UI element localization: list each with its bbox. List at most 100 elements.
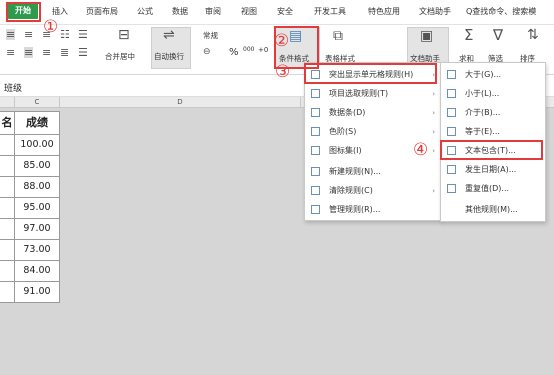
menu-tabs: 开始 插入 页面布局 公式 数据 审阅 视图 安全 开发工具 特色应用 文档助手…	[0, 0, 554, 25]
filter-icon: ∇	[493, 26, 504, 44]
equal-to-icon	[447, 127, 456, 136]
doc-helper-icon: ▣	[420, 28, 434, 44]
table-row-left-cell[interactable]	[0, 281, 15, 303]
menu-item-label: 色阶(S)	[329, 127, 357, 136]
menu-item-top-bottom-rules[interactable]: 项目选取规则(T) ›	[305, 85, 441, 103]
tab-page-layout[interactable]: 页面布局	[86, 6, 118, 17]
table-cell-score[interactable]: 100.00	[14, 134, 60, 156]
menu-item-label: 图标集(I)	[329, 146, 362, 155]
greater-than-icon	[447, 70, 456, 79]
align-top-icon[interactable]: ≡	[6, 29, 16, 40]
submenu-item-equal-to[interactable]: 等于(E)...	[441, 123, 545, 141]
thousands-button[interactable]: 000	[243, 46, 254, 53]
wrap-text-label: 自动换行	[154, 52, 184, 61]
submenu-item-label: 重复值(D)...	[465, 184, 510, 193]
menu-item-label: 管理规则(R)...	[329, 205, 381, 214]
menu-item-data-bars[interactable]: 数据条(D) ›	[305, 104, 441, 122]
menu-item-label: 数据条(D)	[329, 108, 366, 117]
table-row-left-cell[interactable]	[0, 218, 15, 240]
table-row-left-cell[interactable]	[0, 176, 15, 198]
tab-review[interactable]: 审阅	[205, 6, 221, 17]
table-cell-score[interactable]: 91.00	[14, 281, 60, 303]
decimal-button[interactable]: +0	[258, 46, 268, 54]
sum-icon: Σ	[464, 26, 474, 44]
table-cell-score[interactable]: 85.00	[14, 155, 60, 177]
submenu-item-label: 等于(E)...	[465, 127, 500, 136]
search-command[interactable]: Q查找命令、搜索模	[466, 6, 536, 17]
menu-item-manage-rules[interactable]: 管理规则(R)...	[305, 201, 441, 219]
number-format-select[interactable]: 常规	[203, 30, 218, 41]
between-icon	[447, 108, 456, 117]
color-scales-icon	[311, 127, 320, 136]
align-right-icon[interactable]: ≡	[42, 47, 51, 58]
tab-developer[interactable]: 开发工具	[314, 6, 346, 17]
submenu-item-label: 小于(L)...	[465, 89, 500, 98]
step-4-marker: ④	[413, 140, 429, 160]
align-middle-icon[interactable]: ≡	[24, 29, 33, 40]
submenu-item-greater-than[interactable]: 大于(G)...	[441, 66, 545, 84]
submenu-item-label: 其他规则(M)...	[465, 205, 518, 214]
menu-item-new-rule[interactable]: 新建规则(N)...	[305, 163, 441, 181]
table-row-left-cell[interactable]	[0, 134, 15, 156]
submenu-item-label: 大于(G)...	[465, 70, 502, 79]
step-1-marker: ①	[43, 17, 59, 37]
distribute-icon[interactable]: ☰	[78, 47, 88, 58]
highlight-box-text-contains	[440, 140, 543, 160]
highlight-box-highlight-rules	[304, 63, 437, 84]
table-row-left-cell[interactable]	[0, 155, 15, 177]
duplicate-values-icon	[447, 184, 456, 193]
chevron-right-icon: ›	[432, 109, 435, 117]
clear-rules-icon	[311, 186, 320, 195]
table-cell-score[interactable]: 88.00	[14, 176, 60, 198]
outdent-icon[interactable]: ☰	[78, 29, 88, 40]
submenu-item-more-rules[interactable]: 其他规则(M)...	[441, 201, 545, 219]
tab-special[interactable]: 特色应用	[368, 6, 400, 17]
top-bottom-rules-icon	[311, 89, 320, 98]
submenu-item-between[interactable]: 介于(B)...	[441, 104, 545, 122]
tab-doc-helper[interactable]: 文档助手	[419, 6, 451, 17]
indent-icon[interactable]: ☷	[60, 29, 70, 40]
merge-center-button[interactable]: 合并居中	[105, 51, 135, 62]
tab-formula[interactable]: 公式	[137, 6, 153, 17]
currency-icon[interactable]: ⊖	[203, 47, 211, 58]
chevron-right-icon: ›	[432, 187, 435, 195]
tab-insert[interactable]: 插入	[52, 6, 68, 17]
icon-sets-icon	[311, 146, 320, 155]
submenu-item-date-occurring[interactable]: 发生日期(A)...	[441, 161, 545, 179]
tab-security[interactable]: 安全	[277, 6, 293, 17]
menu-item-color-scales[interactable]: 色阶(S) ›	[305, 123, 441, 141]
highlight-box-home-tab	[6, 2, 41, 22]
justify-icon[interactable]: ≣	[60, 47, 69, 58]
manage-rules-icon	[311, 205, 320, 214]
table-cell-score[interactable]: 73.00	[14, 239, 60, 261]
align-center-icon[interactable]: ≡	[24, 47, 34, 58]
chevron-right-icon: ›	[432, 147, 435, 155]
submenu-item-label: 发生日期(A)...	[465, 165, 517, 174]
table-row-left-cell[interactable]	[0, 260, 15, 282]
table-row-left-cell[interactable]	[0, 197, 15, 219]
percent-button[interactable]: %	[229, 47, 239, 58]
align-left-icon[interactable]: ≡	[6, 47, 15, 58]
submenu-item-less-than[interactable]: 小于(L)...	[441, 85, 545, 103]
column-header-b[interactable]	[0, 97, 15, 108]
less-than-icon	[447, 89, 456, 98]
table-header-left-cell[interactable]: 名	[0, 111, 15, 135]
table-header-score[interactable]: 成绩	[14, 111, 60, 135]
sort-icon: ⇅	[527, 27, 539, 43]
column-header-d[interactable]: D	[60, 97, 301, 108]
chevron-right-icon: ›	[432, 90, 435, 98]
tab-data[interactable]: 数据	[172, 6, 188, 17]
step-2-marker: ②	[274, 31, 290, 51]
table-cell-score[interactable]: 95.00	[14, 197, 60, 219]
submenu-item-duplicate-values[interactable]: 重复值(D)...	[441, 180, 545, 198]
table-cell-score[interactable]: 97.00	[14, 218, 60, 240]
column-header-c[interactable]: C	[15, 97, 60, 108]
menu-item-label: 清除规则(C)	[329, 186, 373, 195]
submenu-item-label: 介于(B)...	[465, 108, 501, 117]
table-cell-score[interactable]: 84.00	[14, 260, 60, 282]
tab-view[interactable]: 视图	[241, 6, 257, 17]
table-row-left-cell[interactable]	[0, 239, 15, 261]
table-style-icon: ⧉	[333, 28, 343, 44]
date-occurring-icon	[447, 165, 456, 174]
menu-item-clear-rules[interactable]: 清除规则(C) ›	[305, 182, 441, 200]
